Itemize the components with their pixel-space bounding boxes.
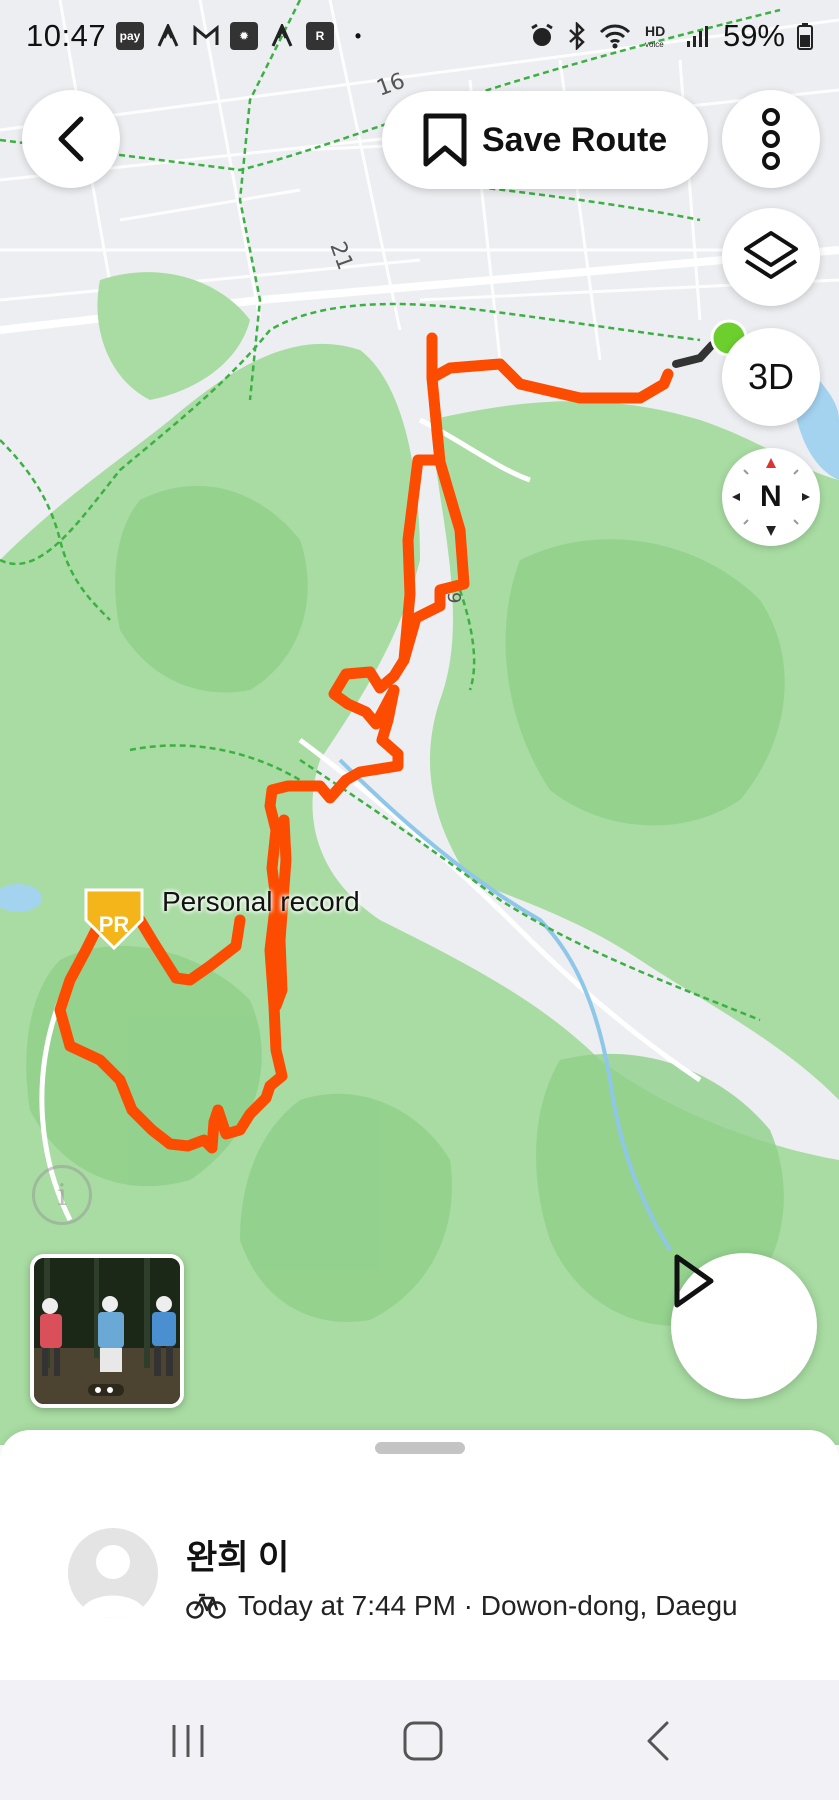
back-button[interactable] [22,90,120,188]
activity-map[interactable]: 16 21 9 PR Personal record i [0,0,839,1445]
pr-badge-text: PR [99,912,130,937]
battery-percent: 59% [722,18,785,53]
gmail-icon [192,22,220,50]
bluetooth-icon [569,22,585,50]
activity-meta-row: Today at 7:44 PM · Dowon-dong, Daegu [186,1590,738,1622]
activity-photo-thumbnail[interactable] [30,1254,184,1408]
dot-icon: • [354,25,362,46]
more-options-button[interactable] [722,90,820,188]
signal-icon [686,26,708,47]
3d-toggle-button[interactable]: 3D [722,328,820,426]
system-status-icons: HD voice 59% [529,18,813,54]
play-icon [674,1254,714,1308]
system-navigation-bar [0,1680,839,1800]
svg-text:voice: voice [645,40,664,49]
bookmark-icon [423,113,467,167]
3d-label: 3D [747,356,795,397]
compass-north-label: N [760,480,782,513]
home-icon [403,1721,443,1761]
battery-icon [797,23,813,50]
personal-record-label[interactable]: Personal record [162,886,360,918]
athlete-name[interactable]: 완희 이 [186,1530,289,1579]
info-icon[interactable]: i [32,1165,92,1225]
recent-apps-button[interactable] [148,1706,228,1776]
avatar[interactable] [68,1528,158,1618]
activity-meta-text: Today at 7:44 PM · Dowon-dong, Daegu [238,1590,738,1621]
bicycle-icon [186,1593,226,1619]
compass-button[interactable]: N [722,448,820,546]
status-time: 10:47 [26,18,107,53]
back-icon [647,1721,669,1761]
alarm-icon [531,23,553,46]
wifi-icon [599,24,631,49]
chevron-left-icon [58,116,84,162]
app-icon: R [306,22,334,50]
strava-icon [154,22,182,50]
map-layers-button[interactable] [722,208,820,306]
save-route-button[interactable]: Save Route [382,91,708,189]
svg-text:HD: HD [645,23,665,39]
layers-icon [744,231,798,279]
play-flyover-button[interactable] [671,1253,817,1399]
notification-icons: pay ✹ R • [116,22,372,50]
pay-icon: pay [116,22,144,50]
recent-apps-icon [172,1725,204,1757]
system-back-button[interactable] [618,1706,698,1776]
strava-icon [268,22,296,50]
bulb-app-icon: ✹ [230,22,258,50]
sheet-drag-handle[interactable] [375,1442,465,1454]
hd-voice-icon: HDvoice [645,23,665,49]
activity-summary-sheet[interactable]: 완희 이 Today at 7:44 PM · Dowon-dong, Daeg… [0,1430,839,1680]
vertical-dots-icon [762,108,780,170]
save-route-label: Save Route [482,120,668,159]
status-bar: 10:47 pay ✹ R • HD voice 59% [0,0,839,72]
home-button[interactable] [383,1706,463,1776]
